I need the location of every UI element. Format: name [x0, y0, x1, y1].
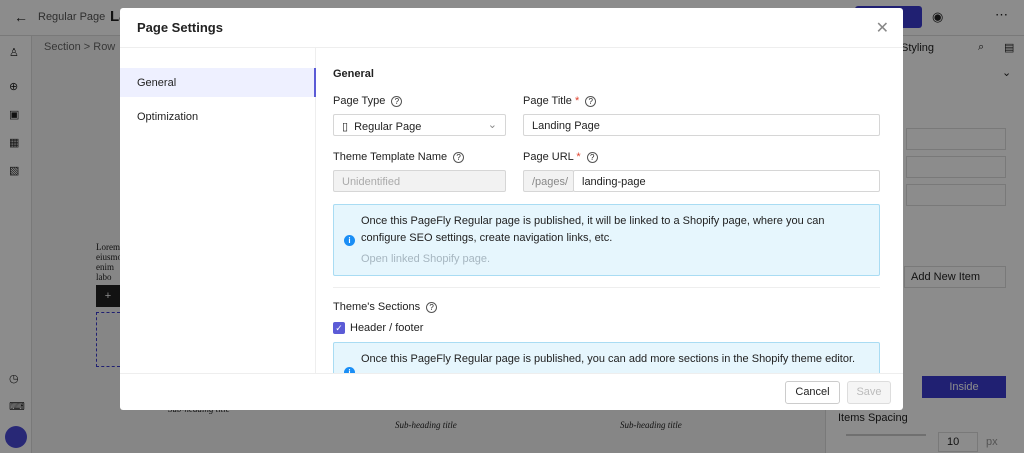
page-type-label-text: Page Type: [333, 95, 386, 107]
page-url-input[interactable]: landing-page: [573, 170, 880, 192]
page-url-label: Page URL *?: [523, 151, 598, 163]
theme-template-input[interactable]: Unidentified: [333, 170, 506, 192]
nav-general[interactable]: General: [120, 68, 316, 97]
theme-template-label: Theme Template Name?: [333, 151, 465, 163]
page-type-label: Page Type?: [333, 95, 403, 107]
section-title: General: [333, 68, 374, 80]
themes-sections-label-text: Theme's Sections: [333, 301, 421, 313]
page-title-label: Page Title *?: [523, 95, 597, 107]
settings-nav: General Optimization: [120, 48, 316, 373]
info-text: Once this PageFly Regular page is publis…: [361, 215, 825, 244]
nav-optimization[interactable]: Optimization: [120, 102, 316, 131]
page-type-value: Regular Page: [354, 121, 422, 133]
header-footer-label: Header / footer: [350, 322, 424, 334]
modal-header: Page Settings ✕: [120, 8, 903, 48]
open-linked-page-link[interactable]: Open linked Shopify page.: [361, 251, 869, 268]
help-icon[interactable]: ?: [391, 96, 403, 107]
help-icon[interactable]: ?: [586, 152, 598, 163]
page-title-label-text: Page Title: [523, 95, 572, 107]
modal-title: Page Settings: [137, 20, 223, 35]
page-url-label-text: Page URL: [523, 151, 574, 163]
help-icon[interactable]: ?: [585, 96, 597, 107]
shopify-link-info: i Once this PageFly Regular page is publ…: [333, 204, 880, 276]
page-url-prefix: /pages/: [523, 170, 574, 192]
help-icon[interactable]: ?: [453, 152, 465, 163]
themes-sections-label: Theme's Sections?: [333, 301, 438, 313]
checkmark-icon: ✓: [333, 322, 345, 335]
settings-content: General Page Type? ▯ Regular Page ⌄ Page …: [317, 48, 903, 373]
chevron-down-icon: ⌄: [487, 119, 497, 131]
page-type-select[interactable]: ▯ Regular Page ⌄: [333, 114, 506, 136]
info-text: Once this PageFly Regular page is publis…: [361, 353, 856, 365]
header-footer-checkbox[interactable]: ✓ Header / footer: [333, 322, 424, 335]
cancel-button[interactable]: Cancel: [785, 381, 840, 404]
save-button[interactable]: Save: [847, 381, 891, 404]
page-icon: ▯: [342, 121, 349, 133]
page-title-input[interactable]: Landing Page: [523, 114, 880, 136]
theme-template-label-text: Theme Template Name: [333, 151, 448, 163]
modal-footer: Cancel Save: [120, 373, 903, 410]
theme-editor-info: i Once this PageFly Regular page is publ…: [333, 342, 880, 373]
divider: [333, 287, 880, 288]
close-icon[interactable]: ✕: [876, 18, 889, 38]
info-icon: i: [344, 235, 355, 246]
page-settings-modal: Page Settings ✕ General Optimization Gen…: [120, 8, 903, 410]
help-icon[interactable]: ?: [426, 302, 438, 313]
